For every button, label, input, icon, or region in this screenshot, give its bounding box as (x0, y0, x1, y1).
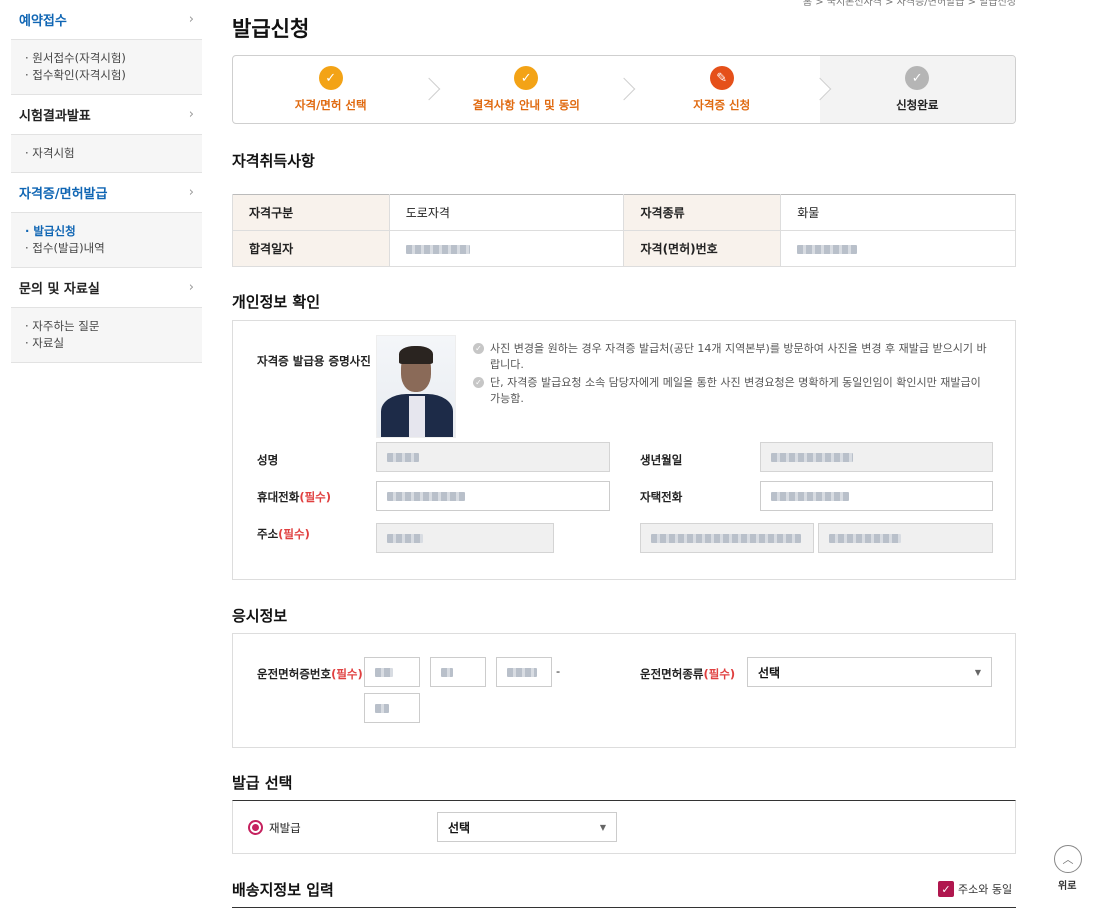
pass-date-label: 합격일자 (232, 230, 390, 267)
chevron-right-icon: › (188, 12, 194, 27)
license-type-select[interactable]: 선택 ▼ (747, 657, 992, 687)
sidebar-section-results: 시험결과발표 › · 자격시험 (11, 95, 202, 173)
step-1: ✓ 자격/면허 선택 (233, 56, 440, 123)
zipcode-field[interactable] (376, 523, 554, 553)
caret-down-icon: ▼ (599, 822, 606, 832)
chevron-right-icon: › (188, 185, 194, 200)
sidebar-item-issue-request[interactable]: · 발급신청 (25, 223, 188, 240)
table-row: 합격일자 자격(면허)번호 (232, 230, 1016, 267)
sidebar-sub-support: · 자주하는 질문 · 자료실 (11, 308, 202, 363)
sidebar-top-border (11, 0, 202, 9)
caret-down-icon: ▼ (974, 667, 981, 677)
license-number-value (780, 230, 1016, 267)
qual-type-label: 자격구분 (232, 194, 390, 231)
pencil-icon: ✎ (709, 66, 734, 90)
sidebar-item-application[interactable]: · 원서접수(자격시험) (25, 50, 188, 67)
home-phone-label: 자택전화 (640, 490, 683, 504)
breadcrumb: 홈 > 국지본선자격 > 자격증/면허발급 > 발급신청 (802, 0, 1016, 8)
birth-label: 생년월일 (640, 453, 683, 467)
chevron-right-icon: › (188, 107, 194, 122)
license-type-label: 운전면허종류(필수) (640, 667, 736, 681)
license-number-part1[interactable] (364, 657, 420, 687)
license-number-label: 자격(면허)번호 (623, 230, 781, 267)
license-number-part4[interactable] (364, 693, 420, 723)
sidebar-item-issue-history[interactable]: · 접수(발급)내역 (25, 240, 188, 257)
home-phone-field[interactable] (760, 481, 993, 511)
personal-info-box: 자격증 발급용 증명사진 ✓ 사진 변경을 원하는 경우 자격증 발급처(공단 … (232, 320, 1016, 580)
exam-title: 응시정보 (232, 607, 288, 625)
step-3: ✎ 자격증 신청 (624, 56, 831, 123)
sidebar-item-resources[interactable]: · 자료실 (25, 335, 188, 352)
mobile-label: 휴대전화(필수) (257, 490, 331, 504)
license-number-part3[interactable] (496, 657, 552, 687)
note-item: ✓ 사진 변경을 원하는 경우 자격증 발급처(공단 14개 지역본부)를 방문… (473, 341, 993, 373)
qualification-table: 자격구분 도로자격 자격종류 화물 합격일자 자격(면허)번호 (232, 194, 1016, 267)
name-label: 성명 (257, 453, 279, 467)
sidebar-section-support: 문의 및 자료실 › · 자주하는 질문 · 자료실 (11, 268, 202, 363)
sidebar-head-license[interactable]: 자격증/면허발급 › (11, 173, 202, 213)
check-icon: ✓ (941, 882, 951, 896)
same-address-label: 주소와 동일 (958, 883, 1013, 896)
step-progress: ✓ 자격/면허 선택 ✓ 결격사항 안내 및 동의 ✎ 자격증 신청 ✓ 신청완… (232, 55, 1016, 124)
delivery-title: 배송지정보 입력 (232, 881, 334, 899)
license-number-label: 운전면허증번호(필수) (257, 667, 363, 681)
same-address-checkbox[interactable]: ✓ (938, 881, 954, 897)
qual-kind-value: 화물 (780, 194, 1016, 231)
step-2: ✓ 결격사항 안내 및 동의 (429, 56, 636, 123)
check-icon: ✓ (514, 66, 539, 90)
mobile-field[interactable] (376, 481, 610, 511)
name-field[interactable] (376, 442, 610, 472)
sidebar-item-faq[interactable]: · 자주하는 질문 (25, 318, 188, 335)
photo-notes: ✓ 사진 변경을 원하는 경우 자격증 발급처(공단 14개 지역본부)를 방문… (473, 341, 993, 409)
sidebar-head-results[interactable]: 시험결과발표 › (11, 95, 202, 135)
sidebar: 예약접수 › · 원서접수(자격시험) · 접수확인(자격시험) 시험결과발표 … (11, 0, 202, 363)
sidebar-sub-license: · 발급신청 · 접수(발급)내역 (11, 213, 202, 268)
check-icon: ✓ (473, 377, 484, 388)
id-photo (376, 335, 456, 438)
sidebar-sub-results: · 자격시험 (11, 135, 202, 173)
dash-separator: - (556, 664, 561, 678)
check-icon: ✓ (318, 66, 343, 90)
sidebar-head-support[interactable]: 문의 및 자료실 › (11, 268, 202, 308)
check-icon: ✓ (473, 343, 484, 354)
address-field[interactable] (640, 523, 814, 553)
personal-title: 개인정보 확인 (232, 293, 321, 311)
reissue-label: 재발급 (269, 821, 301, 835)
chevron-right-icon: › (188, 280, 194, 295)
reissue-select[interactable]: 선택 ▼ (437, 812, 617, 842)
pass-date-value (388, 230, 624, 267)
reissue-radio[interactable] (248, 820, 263, 835)
table-row: 자격구분 도로자격 자격종류 화물 (232, 194, 1016, 231)
sidebar-item-application-check[interactable]: · 접수확인(자격시험) (25, 67, 188, 84)
sidebar-sub-reservation: · 원서접수(자격시험) · 접수확인(자격시험) (11, 40, 202, 95)
page-title: 발급신청 (232, 17, 310, 41)
license-number-part2[interactable] (430, 657, 486, 687)
qual-type-value: 도로자격 (388, 194, 624, 231)
sidebar-section-reservation: 예약접수 › · 원서접수(자격시험) · 접수확인(자격시험) (11, 0, 202, 95)
divider (232, 907, 1016, 908)
address-detail-field[interactable] (818, 523, 993, 553)
issue-box: 재발급 선택 ▼ (232, 800, 1016, 854)
photo-label: 자격증 발급용 증명사진 (257, 354, 371, 368)
step-4: ✓ 신청완료 (819, 56, 1015, 123)
birth-field[interactable] (760, 442, 993, 472)
qual-kind-label: 자격종류 (623, 194, 781, 231)
check-icon: ✓ (905, 66, 930, 90)
exam-info-box: 운전면허증번호(필수) - 운전면허종류(필수) 선택 ▼ (232, 633, 1016, 748)
issue-title: 발급 선택 (232, 774, 293, 792)
note-item: ✓ 단, 자격증 발급요청 소속 담당자에게 메일을 통한 사진 변경요청은 명… (473, 375, 993, 407)
chevron-up-icon: ︿ (1062, 853, 1074, 866)
qualification-title: 자격취득사항 (232, 152, 315, 170)
scroll-top-button[interactable]: ︿ (1054, 845, 1082, 873)
sidebar-item-exam-results[interactable]: · 자격시험 (25, 145, 188, 162)
sidebar-section-license: 자격증/면허발급 › · 발급신청 · 접수(발급)내역 (11, 173, 202, 268)
address-label: 주소(필수) (257, 527, 310, 541)
scroll-top-label: 위로 (1058, 881, 1077, 892)
